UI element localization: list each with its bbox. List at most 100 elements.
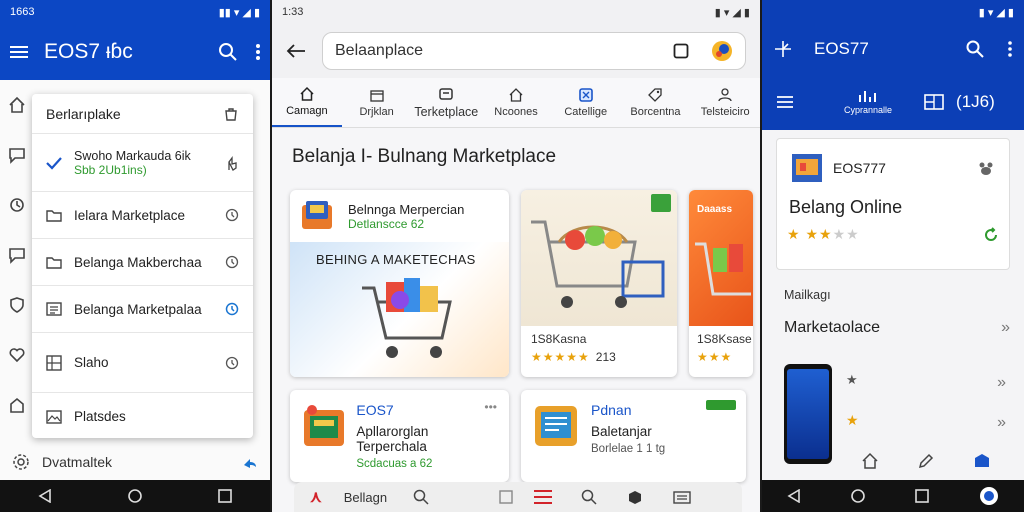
rating-stars: ★★★ xyxy=(697,350,733,364)
avatar[interactable] xyxy=(711,40,733,62)
back-icon[interactable] xyxy=(38,489,52,503)
pinwheel-icon[interactable] xyxy=(774,40,792,58)
rail-message-icon[interactable] xyxy=(0,230,34,280)
image-icon xyxy=(46,409,62,424)
dropdown-item-1[interactable]: Ielara Marketplace xyxy=(32,192,253,239)
dropdown-item-2[interactable]: Belanga Makberchaa xyxy=(32,239,253,286)
more-vert-icon[interactable] xyxy=(256,43,260,61)
folder-icon xyxy=(46,255,62,269)
rail-heart-icon[interactable] xyxy=(0,330,34,380)
tab-category-6[interactable]: Telsteiciro xyxy=(690,78,760,127)
status-bar: 1:33 ▮ ▾ ◢ ▮ xyxy=(272,0,760,24)
house-icon xyxy=(509,88,523,102)
search-icon[interactable] xyxy=(218,42,238,62)
tab-category-5[interactable]: Borcentna xyxy=(621,78,691,127)
sub-toolbar-count: (1J6) xyxy=(956,92,995,111)
category-tabs: Camagn Drjklan Terketplace Ncoones Catel… xyxy=(272,78,760,128)
screen-left: 1663 ▮▮ ▾ ◢ ▮ EOS7 ᵼɓᴄ Berlarıplake Swoh… xyxy=(0,0,270,512)
dropdown-item-3[interactable]: Belanga Marketpalaa xyxy=(32,286,253,333)
square-icon[interactable] xyxy=(499,490,513,504)
product-panel[interactable]: EOS777 Belang Online ★ ★★★★ xyxy=(776,138,1010,270)
card-body: EOS7 Apllarorglan Terperchala Scdacuas a… xyxy=(290,390,509,482)
tab-label: Drjklan xyxy=(359,106,394,118)
app-bar: EOS7 ᵼɓᴄ xyxy=(0,24,270,80)
card-header: Belnnga Merpercian Detlanscce 62 xyxy=(290,190,509,242)
product-card-featured[interactable]: Belnnga Merpercian Detlanscce 62 BEHING … xyxy=(290,190,509,377)
product-card-pdnan[interactable]: Pdnan Baletanjar Borlelae 1 1 tg xyxy=(521,390,746,482)
screen-middle: 1:33 ▮ ▾ ◢ ▮ Belaanplace Camagn Drjklan … xyxy=(272,0,760,512)
search-icon[interactable] xyxy=(413,489,429,505)
tab-label: Terketplace xyxy=(414,105,479,119)
dropdown-item-4[interactable]: Slaho xyxy=(32,333,253,393)
more-vert-icon[interactable] xyxy=(1008,41,1012,57)
section-title-row[interactable]: Marketaolace » xyxy=(776,308,1010,348)
search-icon-2[interactable] xyxy=(581,489,597,505)
status-bar: 1663 ▮▮ ▾ ◢ ▮ xyxy=(0,0,270,24)
share-icon[interactable] xyxy=(242,455,258,469)
product-card-partial[interactable]: Daaass 1S8Ksase ★★★ xyxy=(689,190,753,377)
panel-header: EOS777 xyxy=(777,139,1009,183)
bottom-row[interactable]: Dvatmaltek xyxy=(0,446,270,478)
status-time: 1:33 xyxy=(282,6,304,18)
rail-chat-icon[interactable] xyxy=(0,130,34,180)
banner-text: BEHING A MAKETECHAS xyxy=(316,252,476,267)
shop-icon[interactable] xyxy=(973,452,991,470)
shopping-bag-icon[interactable] xyxy=(223,106,239,122)
rating-stars: ★ ★★★★ xyxy=(787,226,860,242)
recents-icon[interactable] xyxy=(218,489,232,503)
chevron-right-icon[interactable]: » xyxy=(997,414,1006,432)
menu-icon[interactable] xyxy=(533,489,553,505)
tab-category-3[interactable]: Ncoones xyxy=(481,78,551,127)
shopping-cart-image xyxy=(695,242,751,296)
clock-icon xyxy=(225,208,239,222)
card-label: 1S8Ksase xyxy=(697,332,752,346)
product-card-cart[interactable]: 1S8Kasna ★★★★★ 213 xyxy=(521,190,677,377)
fork-icon[interactable]: ⋏ xyxy=(310,487,322,507)
home-icon[interactable] xyxy=(128,489,142,503)
product-card-eos7[interactable]: EOS7 Apllarorglan Terperchala Scdacuas a… xyxy=(290,390,509,482)
box-icon[interactable] xyxy=(627,489,643,505)
tray-icon[interactable] xyxy=(673,489,691,505)
tab-category-4[interactable]: Catellige xyxy=(551,78,621,127)
search-input-value: Belaanplace xyxy=(335,42,424,59)
home-icon[interactable] xyxy=(861,452,879,470)
refresh-icon[interactable] xyxy=(983,226,999,243)
rail-tag-icon[interactable] xyxy=(0,180,34,230)
tab-category-2[interactable]: Terketplace xyxy=(411,78,481,127)
accessibility-icon[interactable] xyxy=(979,486,999,506)
home-icon[interactable] xyxy=(851,489,865,503)
edit-icon[interactable] xyxy=(917,452,935,470)
panel-brand: EOS777 xyxy=(833,160,886,176)
dropdown-item-5[interactable]: Platsdes xyxy=(32,393,253,440)
app-bar: EOS77 xyxy=(762,24,1024,74)
green-badge-icon xyxy=(706,400,736,410)
paw-icon[interactable] xyxy=(977,160,995,176)
search-icon[interactable] xyxy=(966,40,984,58)
recents-icon[interactable] xyxy=(915,489,929,503)
tab-category-0[interactable]: Camagn xyxy=(272,78,342,127)
hamburger-icon[interactable] xyxy=(10,45,30,59)
rail-shield-icon[interactable] xyxy=(0,280,34,330)
square-icon[interactable] xyxy=(673,43,689,59)
settings-icon xyxy=(12,453,30,471)
panel-rating: ★ ★★★★ xyxy=(777,218,1009,243)
grid-box-icon xyxy=(578,88,593,102)
search-input[interactable]: Belaanplace xyxy=(322,32,746,70)
dropdown-item-label: Slaho xyxy=(74,355,109,370)
sub-toolbar-center[interactable]: Cyprannalle xyxy=(844,89,892,115)
back-arrow-icon[interactable] xyxy=(286,43,306,59)
product-box-icon xyxy=(535,406,577,446)
more-dots-icon[interactable]: ••• xyxy=(484,400,497,414)
hamburger-icon[interactable] xyxy=(776,95,794,109)
clock-icon xyxy=(225,302,239,316)
screen-right: ▮ ▾ ◢ ▮ EOS77 Cyprannalle (1J6) EOS777 B… xyxy=(762,0,1024,512)
hand-icon[interactable] xyxy=(225,155,239,171)
back-icon[interactable] xyxy=(787,489,801,503)
columns-icon[interactable] xyxy=(924,94,944,110)
chevron-right-icon[interactable]: » xyxy=(997,374,1006,392)
card-text: EOS7 Apllarorglan Terperchala Scdacuas a… xyxy=(356,402,497,470)
rail-home-icon[interactable] xyxy=(0,80,34,130)
dropdown-item-promo[interactable]: Swoho Markauda 6ik Sbb 2Ub1ins) xyxy=(32,134,253,192)
tab-category-1[interactable]: Drjklan xyxy=(342,78,412,127)
rail-house-icon[interactable] xyxy=(0,380,34,430)
